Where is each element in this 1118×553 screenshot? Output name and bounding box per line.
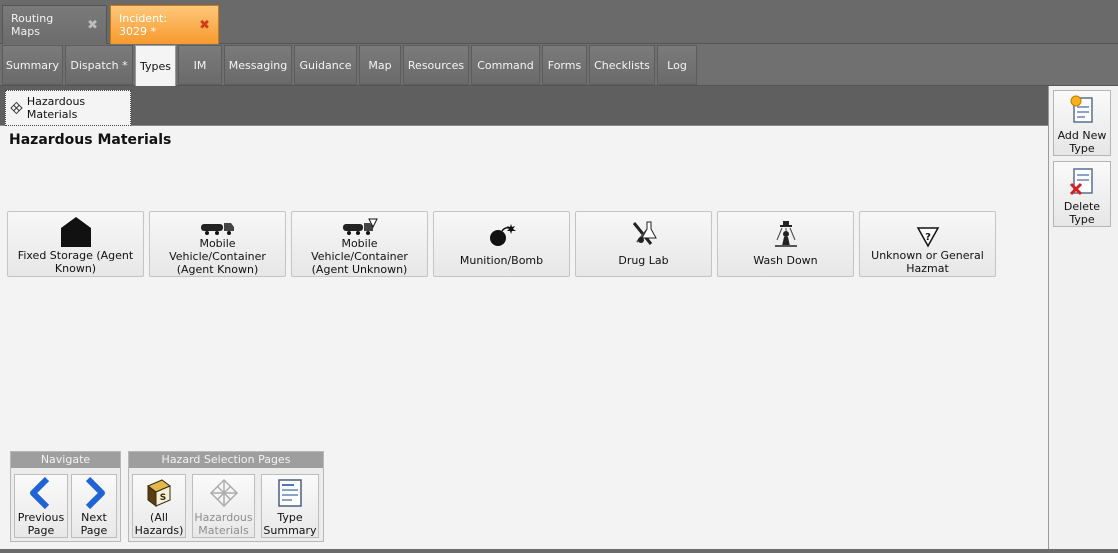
- navigate-group: Navigate Previous Page Next Page: [10, 451, 121, 542]
- tab-guidance[interactable]: Guidance: [294, 45, 357, 85]
- group-title: Hazard Selection Pages: [129, 452, 323, 468]
- section-tab-bar: Summary Dispatch * Types IM Messaging Gu…: [0, 44, 1118, 87]
- delete-document-icon: [1068, 162, 1096, 200]
- tab-im[interactable]: IM: [178, 45, 222, 85]
- button-label: Type Summary: [263, 511, 317, 537]
- type-button-fixed-storage[interactable]: Fixed Storage (Agent Known): [7, 211, 144, 277]
- hazard-diamond-icon: ?: [916, 212, 940, 248]
- document-tab-bar: Routing Maps ✖ Incident: 3029 * ✖: [0, 0, 1118, 44]
- svg-text:S: S: [160, 493, 166, 503]
- tab-command[interactable]: Command: [471, 45, 540, 85]
- tab-resources[interactable]: Resources: [403, 45, 469, 85]
- button-label: (All Hazards): [134, 511, 184, 537]
- book-icon: S: [144, 475, 174, 511]
- type-button-drug-lab[interactable]: Drug Lab: [575, 211, 712, 277]
- type-button-wash-down[interactable]: Wash Down: [717, 211, 854, 277]
- type-button-label: Munition/Bomb: [459, 254, 544, 267]
- tab-forms[interactable]: Forms: [542, 45, 587, 85]
- tab-map[interactable]: Map: [359, 45, 401, 85]
- type-button-label: Unknown or General Hazmat: [871, 249, 984, 275]
- page-title: Hazardous Materials: [9, 132, 172, 148]
- type-button-mobile-known[interactable]: Mobile Vehicle/Container (Agent Known): [149, 211, 286, 277]
- hazardous-materials-page-button[interactable]: Hazardous Materials: [192, 474, 255, 538]
- window-bottom-border: [0, 549, 1118, 553]
- close-icon[interactable]: ✖: [87, 18, 98, 33]
- button-label: Next Page: [80, 511, 108, 537]
- doc-tab-label: Routing Maps: [11, 12, 54, 38]
- tab-messaging[interactable]: Messaging: [224, 45, 292, 85]
- tab-log[interactable]: Log: [657, 45, 697, 85]
- tab-types[interactable]: Types: [135, 45, 176, 87]
- arrow-left-icon: [29, 475, 53, 511]
- doc-tab-incident[interactable]: Incident: 3029 * ✖: [110, 5, 219, 44]
- tab-dispatch[interactable]: Dispatch *: [65, 45, 133, 85]
- delete-type-button[interactable]: Delete Type: [1053, 161, 1111, 227]
- type-button-label: Mobile Vehicle/Container (Agent Known): [169, 237, 266, 276]
- svg-text:?: ?: [925, 232, 931, 243]
- button-label: Add New Type: [1057, 129, 1107, 155]
- next-page-button[interactable]: Next Page: [71, 474, 117, 538]
- type-button-label: Wash Down: [753, 254, 818, 267]
- arrow-right-icon: [82, 475, 106, 511]
- type-button-unknown-hazmat[interactable]: ? Unknown or General Hazmat: [859, 211, 996, 277]
- doc-tab-routing-maps[interactable]: Routing Maps ✖: [2, 5, 107, 44]
- type-button-mobile-unknown[interactable]: Mobile Vehicle/Container (Agent Unknown): [291, 211, 428, 277]
- close-icon[interactable]: ✖: [199, 18, 210, 33]
- previous-page-button[interactable]: Previous Page: [14, 474, 68, 538]
- add-new-type-button[interactable]: Add New Type: [1053, 90, 1111, 156]
- subtab-hazardous-materials[interactable]: Hazardous Materials: [5, 90, 131, 126]
- subtab-strip: Hazardous Materials: [0, 86, 1048, 126]
- washdown-icon: [773, 212, 799, 248]
- hazard-selection-group: Hazard Selection Pages S (All Hazards) H…: [128, 451, 324, 542]
- button-label: Hazardous Materials: [194, 511, 253, 537]
- document-icon: [277, 475, 303, 511]
- doc-tab-label: Incident: 3029 *: [119, 12, 168, 38]
- type-button-label: Fixed Storage (Agent Known): [17, 249, 134, 275]
- subtab-label: Hazardous Materials: [26, 95, 86, 121]
- all-hazards-button[interactable]: S (All Hazards): [132, 474, 186, 538]
- truck-hazard-icon: [342, 212, 378, 236]
- hazmat-grid-icon: [209, 475, 239, 511]
- building-icon: [59, 212, 93, 248]
- button-label: Delete Type: [1063, 200, 1101, 226]
- button-label: Previous Page: [17, 511, 65, 537]
- type-button-label: Drug Lab: [618, 254, 669, 267]
- right-action-panel: Add New Type Delete Type: [1048, 86, 1118, 549]
- lab-icon: [629, 212, 659, 248]
- truck-icon: [200, 212, 236, 236]
- bomb-icon: [487, 212, 517, 248]
- add-document-icon: [1068, 91, 1096, 129]
- type-button-label: Mobile Vehicle/Container (Agent Unknown): [311, 237, 408, 276]
- tab-summary[interactable]: Summary: [2, 45, 63, 85]
- type-button-munition-bomb[interactable]: Munition/Bomb: [433, 211, 570, 277]
- type-summary-button[interactable]: Type Summary: [261, 474, 319, 538]
- hazmat-diamond-icon: [10, 101, 23, 115]
- group-title: Navigate: [11, 452, 120, 468]
- main-content: Hazardous Materials Fixed Storage (Agent…: [0, 126, 1048, 549]
- tab-checklists[interactable]: Checklists: [589, 45, 655, 85]
